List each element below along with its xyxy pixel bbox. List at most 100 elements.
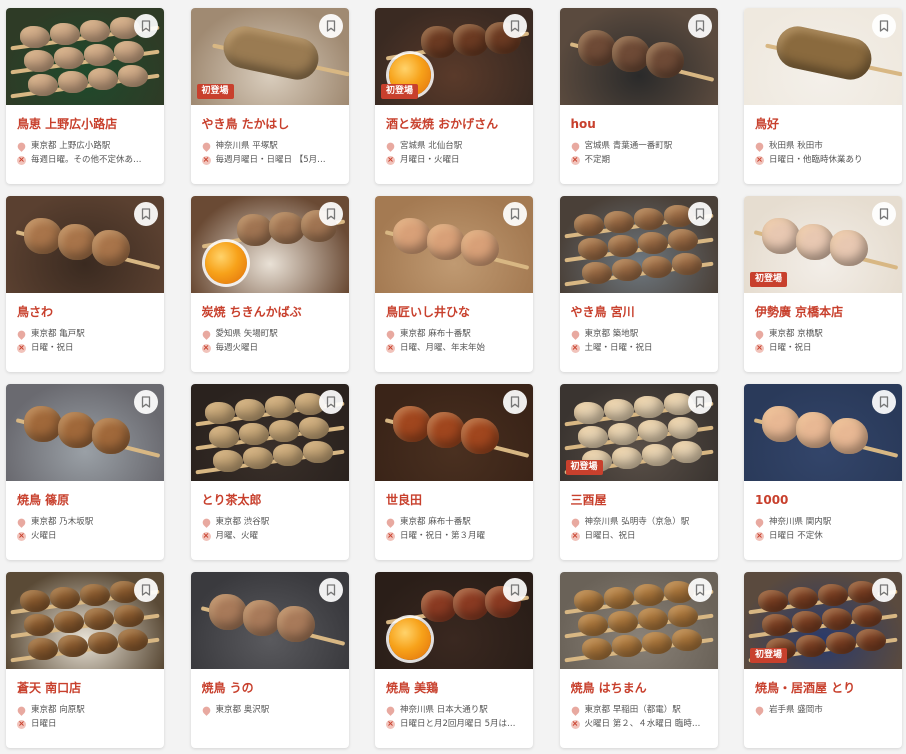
shop-name[interactable]: やき鳥 たかはし — [202, 116, 339, 132]
shop-photo[interactable] — [375, 196, 533, 293]
shop-photo[interactable] — [190, 384, 349, 481]
shop-info: とり茶太郎東京都 渋谷駅月曜、火曜 — [191, 481, 349, 543]
bookmark-icon — [326, 584, 335, 596]
shop-photo[interactable] — [375, 572, 533, 669]
shop-name[interactable]: 焼鳥 美鶏 — [386, 680, 523, 696]
bookmark-button[interactable] — [687, 578, 712, 602]
shop-name[interactable]: 伊勢廣 京橋本店 — [755, 304, 892, 320]
shop-photo[interactable] — [6, 196, 164, 293]
meat-piece — [645, 42, 684, 78]
shop-card[interactable]: 鳥好秋田県 秋田市日曜日・他臨時休業あり — [744, 8, 902, 184]
shop-name[interactable]: 鳥さわ — [17, 304, 154, 320]
shop-card[interactable]: 焼鳥 美鶏神奈川県 日本大通り駅日曜日と月2回月曜日 5月は… — [375, 572, 533, 748]
shop-photo[interactable] — [744, 384, 902, 481]
bookmark-button[interactable] — [503, 14, 527, 38]
bookmark-button[interactable] — [318, 390, 343, 414]
bookmark-button[interactable] — [318, 578, 343, 602]
shop-name[interactable]: 酒と炭焼 おかげさん — [386, 116, 523, 132]
meat-piece — [54, 611, 84, 633]
shop-card[interactable]: 初登場三酉屋神奈川県 弘明寺（京急）駅日曜日、祝日 — [559, 384, 718, 560]
shop-card[interactable]: 初登場伊勢廣 京橋本店東京都 京橋駅日曜・祝日 — [744, 196, 902, 372]
shop-photo[interactable]: 初登場 — [744, 196, 902, 293]
meat-piece — [58, 412, 96, 448]
shop-photo[interactable] — [744, 8, 902, 105]
shop-card[interactable]: 炭焼 ちきんかばぶ愛知県 矢場町駅毎週火曜日 — [190, 196, 349, 372]
shop-name[interactable]: 焼鳥 うの — [202, 680, 339, 696]
shop-card[interactable]: 初登場やき鳥 たかはし神奈川県 平塚駅毎週月曜日・日曜日 【5月… — [190, 8, 349, 184]
shop-name[interactable]: 蒼天 南口店 — [17, 680, 154, 696]
bookmark-button[interactable] — [503, 578, 527, 602]
location-text: 宮城県 北仙台駅 — [400, 141, 463, 151]
meat-piece — [577, 426, 608, 448]
shop-card[interactable]: 1000 神奈川県 関内駅日曜日 不定休 — [744, 384, 902, 560]
shop-photo[interactable] — [559, 8, 718, 105]
shop-name[interactable]: hou — [571, 116, 708, 132]
bookmark-icon — [141, 20, 151, 32]
bookmark-button[interactable] — [872, 14, 896, 38]
shop-card[interactable]: 蒼天 南口店東京都 向原駅日曜日 — [6, 572, 164, 748]
shop-name[interactable]: 焼鳥 篠原 — [17, 492, 154, 508]
bookmark-button[interactable] — [318, 202, 343, 226]
shop-photo[interactable] — [6, 572, 164, 669]
shop-name[interactable]: 焼鳥 はちまん — [571, 680, 708, 696]
shop-card[interactable]: 焼鳥 うの 東京都 奥沢駅 — [190, 572, 349, 748]
shop-name[interactable]: 世良田 — [386, 492, 523, 508]
bookmark-button[interactable] — [687, 202, 712, 226]
shop-card[interactable]: 鳥恵 上野広小路店東京都 上野広小路駅毎週日曜。その他不定休あ… — [6, 8, 164, 184]
bookmark-button[interactable] — [318, 14, 343, 38]
shop-photo[interactable] — [6, 8, 164, 105]
shop-photo[interactable]: 初登場 — [744, 572, 902, 669]
bookmark-button[interactable] — [134, 578, 158, 602]
shop-location: 愛知県 矢場町駅 — [201, 327, 339, 341]
shop-name[interactable]: 1000 — [755, 492, 892, 508]
shop-name[interactable]: 炭焼 ちきんかばぶ — [202, 304, 339, 320]
bookmark-button[interactable] — [134, 202, 158, 226]
shop-photo[interactable] — [559, 572, 718, 669]
bookmark-icon — [879, 20, 889, 32]
shop-card[interactable]: 初登場 焼鳥・居酒屋 とり 岩手県 盛岡市 — [744, 572, 902, 748]
shop-name[interactable]: 三酉屋 — [571, 492, 708, 508]
shop-photo[interactable]: 初登場 — [375, 8, 533, 105]
shop-name[interactable]: とり茶太郎 — [202, 492, 339, 508]
shop-photo[interactable] — [190, 572, 349, 669]
bookmark-button[interactable] — [687, 14, 712, 38]
shop-name[interactable]: やき鳥 宮川 — [571, 304, 708, 320]
bookmark-button[interactable] — [872, 390, 896, 414]
meat-piece — [20, 590, 50, 612]
shop-card[interactable]: とり茶太郎東京都 渋谷駅月曜、火曜 — [190, 384, 349, 560]
shop-name[interactable]: 鳥好 — [755, 116, 892, 132]
shop-card[interactable]: 世良田東京都 麻布十番駅日曜・祝日・第３月曜 — [375, 384, 533, 560]
shop-card[interactable]: 焼鳥 篠原東京都 乃木坂駅火曜日 — [6, 384, 164, 560]
shop-card[interactable]: 鳥匠いし井ひな東京都 麻布十番駅日曜、月曜、年末年始 — [375, 196, 533, 372]
bookmark-button[interactable] — [503, 202, 527, 226]
bookmark-button[interactable] — [503, 390, 527, 414]
shop-name[interactable]: 焼鳥・居酒屋 とり — [755, 680, 892, 696]
shop-photo[interactable]: 初登場 — [559, 384, 718, 481]
shop-card[interactable]: 鳥さわ東京都 亀戸駅日曜・祝日 — [6, 196, 164, 372]
shop-location: 東京都 麻布十番駅 — [386, 515, 523, 529]
bookmark-button[interactable] — [134, 14, 158, 38]
shop-card[interactable]: hou 宮城県 青葉通一番町駅不定期 — [559, 8, 718, 184]
bookmark-button[interactable] — [872, 578, 896, 602]
bookmark-button[interactable] — [687, 390, 712, 414]
closed-days-text: 日曜・祝日・第３月曜 — [400, 531, 486, 541]
meat-piece — [637, 232, 668, 254]
bookmark-button[interactable] — [134, 390, 158, 414]
shop-photo[interactable] — [559, 196, 718, 293]
shop-name[interactable]: 鳥匠いし井ひな — [386, 304, 523, 320]
shop-photo[interactable] — [190, 196, 349, 293]
location-text: 東京都 麻布十番駅 — [400, 517, 471, 527]
shop-photo[interactable]: 初登場 — [190, 8, 349, 105]
closed-days-text: 月曜日・火曜日 — [400, 155, 460, 165]
shop-card[interactable]: 焼鳥 はちまん東京都 早稲田（都電）駅火曜日 第２、４水曜日 臨時… — [559, 572, 718, 748]
shop-photo[interactable] — [6, 384, 164, 481]
meat-piece — [208, 594, 247, 630]
bookmark-button[interactable] — [872, 202, 896, 226]
shop-name[interactable]: 鳥恵 上野広小路店 — [17, 116, 154, 132]
meat-piece — [276, 606, 315, 642]
shop-card[interactable]: やき鳥 宮川東京都 築地駅土曜・日曜・祝日 — [559, 196, 718, 372]
meat-piece — [607, 235, 638, 257]
shop-photo[interactable] — [375, 384, 533, 481]
shop-closed-days: 日曜日、祝日 — [570, 529, 708, 543]
shop-card[interactable]: 初登場酒と炭焼 おかげさん宮城県 北仙台駅月曜日・火曜日 — [375, 8, 533, 184]
